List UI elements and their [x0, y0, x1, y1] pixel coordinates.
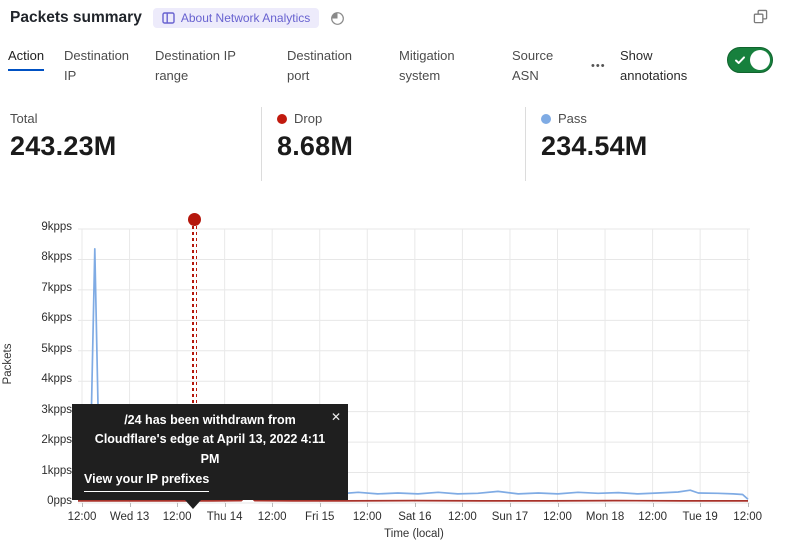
stat-label: Total — [10, 111, 37, 126]
x-tick-label: 12:00 — [439, 511, 485, 523]
annotation-tooltip: ✕ /24 has been withdrawn from Cloudflare… — [72, 404, 348, 500]
x-tick-mark — [415, 503, 416, 507]
view-ip-prefixes-link[interactable]: View your IP prefixes — [84, 470, 209, 491]
x-tick-label: Sat 16 — [392, 511, 438, 523]
x-tick-label: Tue 19 — [677, 511, 723, 523]
close-icon[interactable]: ✕ — [331, 408, 341, 427]
time-period-icon[interactable] — [330, 11, 345, 26]
x-tick-mark — [462, 503, 463, 507]
header: Packets summary About Network Analytics — [10, 8, 345, 28]
tab-source-asn[interactable]: Source ASN — [512, 46, 564, 86]
show-annotations-label: Show annotations — [620, 46, 708, 86]
tab-label: Mitigation system — [399, 48, 455, 83]
x-tick-mark — [225, 503, 226, 507]
divider — [261, 107, 262, 181]
tab-label: Destination IP range — [155, 48, 236, 83]
x-tick-mark — [272, 503, 273, 507]
x-tick-label: 12:00 — [249, 511, 295, 523]
x-tick-mark — [605, 503, 606, 507]
pass-dot-icon — [541, 114, 551, 124]
x-tick-mark — [177, 503, 178, 507]
x-tick-label: Fri 15 — [297, 511, 343, 523]
stat-value: 243.23M — [10, 131, 116, 162]
x-tick-mark — [510, 503, 511, 507]
x-tick-label: 12:00 — [535, 511, 581, 523]
x-tick-mark — [367, 503, 368, 507]
tab-bar: Action Destination IP Destination IP ran… — [0, 46, 785, 96]
tab-label: Destination port — [287, 48, 352, 83]
about-network-analytics-badge[interactable]: About Network Analytics — [153, 8, 319, 28]
book-icon — [162, 12, 175, 24]
stat-drop: Drop 8.68M — [277, 111, 353, 162]
y-tick-label: 5kpps — [24, 343, 72, 355]
tooltip-line1: /24 has been withdrawn from — [124, 413, 296, 427]
drop-dot-icon — [277, 114, 287, 124]
y-tick-label: 7kpps — [24, 282, 72, 294]
tab-action[interactable]: Action — [8, 46, 44, 71]
x-tick-mark — [700, 503, 701, 507]
x-tick-label: Wed 13 — [107, 511, 153, 523]
stat-pass: Pass 234.54M — [541, 111, 647, 162]
stat-value: 8.68M — [277, 131, 353, 162]
x-axis-title: Time (local) — [78, 528, 750, 540]
tab-destination-ip-range[interactable]: Destination IP range — [155, 46, 267, 86]
y-tick-label: 2kpps — [24, 434, 72, 446]
x-tick-label: 12:00 — [344, 511, 390, 523]
x-tick-label: 12:00 — [630, 511, 676, 523]
stats-row: Total 243.23M Drop 8.68M Pass 234.54M — [0, 107, 785, 187]
tab-label: Source ASN — [512, 48, 553, 83]
badge-label: About Network Analytics — [181, 11, 310, 25]
x-tick-mark — [748, 503, 749, 507]
y-tick-label: 3kpps — [24, 404, 72, 416]
copy-icon[interactable] — [753, 9, 768, 29]
annotation-marker[interactable] — [188, 213, 201, 226]
packets-summary-panel: Packets summary About Network Analytics … — [0, 0, 785, 555]
stat-total: Total 243.23M — [10, 111, 116, 162]
tooltip-arrow — [185, 500, 201, 509]
stat-label: Pass — [558, 111, 587, 126]
y-axis-title: Packets — [2, 329, 14, 399]
tab-destination-port[interactable]: Destination port — [287, 46, 373, 86]
x-tick-label: 12:00 — [59, 511, 105, 523]
y-tick-label: 8kpps — [24, 251, 72, 263]
toggle-knob — [750, 50, 770, 70]
stat-label: Drop — [294, 111, 322, 126]
x-tick-mark — [320, 503, 321, 507]
y-tick-label: 4kpps — [24, 373, 72, 385]
y-tick-label: 6kpps — [24, 312, 72, 324]
tab-label: Destination IP — [64, 48, 129, 83]
x-tick-mark — [82, 503, 83, 507]
tab-mitigation-system[interactable]: Mitigation system — [399, 46, 481, 86]
check-icon — [734, 54, 746, 66]
tab-destination-ip[interactable]: Destination IP — [64, 46, 138, 86]
tooltip-line2: Cloudflare's edge at April 13, 2022 4:11… — [95, 432, 325, 465]
x-tick-label: 12:00 — [154, 511, 200, 523]
tab-label: Action — [8, 48, 44, 63]
x-tick-mark — [558, 503, 559, 507]
y-tick-label: 0pps — [24, 495, 72, 507]
show-annotations-toggle[interactable] — [727, 47, 773, 73]
x-tick-mark — [653, 503, 654, 507]
x-tick-label: Mon 18 — [582, 511, 628, 523]
x-tick-label: Thu 14 — [202, 511, 248, 523]
page-title: Packets summary — [10, 9, 142, 27]
y-tick-label: 9kpps — [24, 221, 72, 233]
x-tick-label: Sun 17 — [487, 511, 533, 523]
stat-value: 234.54M — [541, 131, 647, 162]
x-tick-mark — [130, 503, 131, 507]
x-tick-label: 12:00 — [725, 511, 771, 523]
more-tabs-icon[interactable]: ••• — [591, 60, 606, 72]
y-tick-label: 1kpps — [24, 465, 72, 477]
divider — [525, 107, 526, 181]
